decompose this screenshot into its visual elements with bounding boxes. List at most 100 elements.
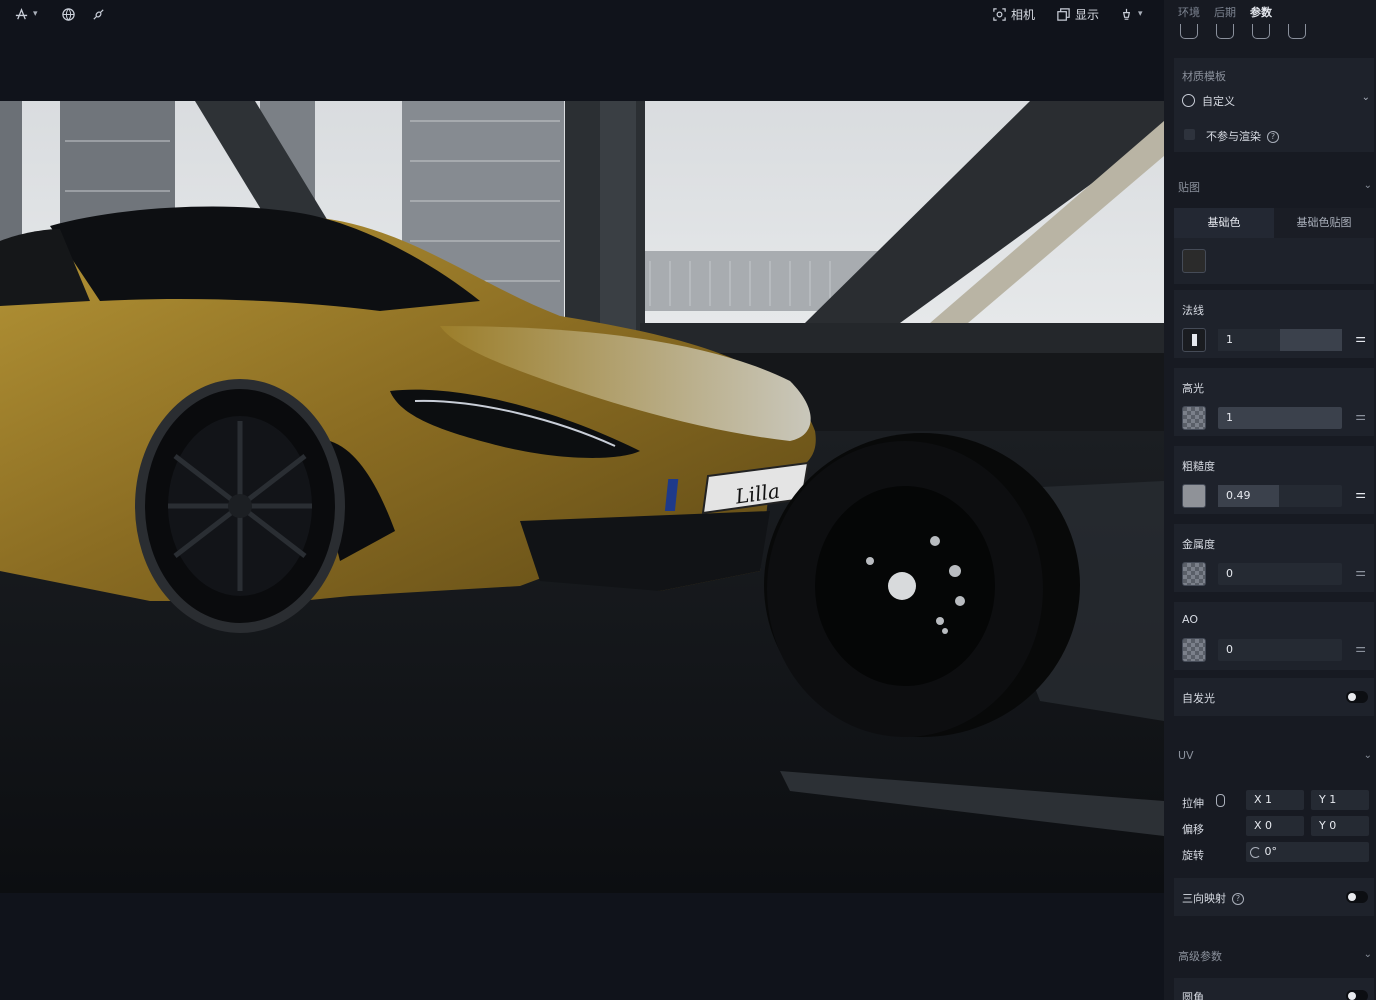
- properties-panel: 环境 后期 参数 材质模板 自定义 ⌄ 不参与渲染? 贴图 ⌄ 基础色 基础色贴…: [1164, 0, 1376, 1000]
- uv-stretch-y[interactable]: Y 1: [1311, 790, 1369, 810]
- camera-label: 相机: [1011, 7, 1036, 22]
- roughness-label: 粗糙度: [1182, 460, 1215, 473]
- uv-offset-x[interactable]: X 0: [1246, 816, 1304, 836]
- roughness-slider[interactable]: 0.49: [1218, 485, 1342, 507]
- tab-post-processing[interactable]: 后期: [1214, 4, 1236, 20]
- display-button[interactable]: 显示: [1056, 4, 1099, 24]
- normal-strength-field[interactable]: 1: [1218, 329, 1342, 351]
- chevron-down-icon: ▾: [1138, 9, 1143, 19]
- tab-base-color[interactable]: 基础色: [1174, 208, 1274, 238]
- wheel-hub: [888, 572, 916, 600]
- ao-field[interactable]: 0: [1218, 639, 1342, 661]
- display-icon: [1057, 7, 1070, 21]
- chevron-down-icon: ⌄: [1361, 92, 1370, 103]
- emissive-toggle[interactable]: [1346, 691, 1368, 703]
- link-icon[interactable]: [1216, 794, 1225, 807]
- maps-card: 基础色 基础色贴图: [1174, 208, 1374, 284]
- roughness-value: 0.49: [1226, 489, 1251, 502]
- uv-stretch-x[interactable]: X 1: [1246, 790, 1304, 810]
- adjust-sliders-icon[interactable]: ⚌: [1355, 565, 1366, 579]
- maps-section-title: 贴图: [1178, 181, 1200, 194]
- triplanar-card: 三向映射?: [1174, 878, 1374, 916]
- uv-card: 拉伸 X 1 Y 1 偏移 X 0 Y 0 旋转 0°: [1174, 778, 1374, 870]
- uv-rotate-field[interactable]: 0°: [1246, 842, 1369, 862]
- specular-card: 高光 1 ⚌: [1174, 368, 1374, 436]
- uv-offset-label: 偏移: [1182, 823, 1204, 836]
- base-color-swatch[interactable]: [1182, 249, 1206, 273]
- material-template-select[interactable]: 自定义 ⌄: [1182, 92, 1370, 112]
- copy-icon[interactable]: [1216, 24, 1234, 39]
- exclude-render-label: 不参与渲染?: [1206, 128, 1279, 144]
- uv-stretch-label: 拉伸: [1182, 797, 1204, 810]
- transform-icon: [15, 7, 28, 19]
- material-template-card: 材质模板 自定义 ⌄ 不参与渲染?: [1174, 58, 1374, 152]
- globe-button[interactable]: [61, 4, 76, 24]
- fillet-toggle[interactable]: [1346, 990, 1368, 1000]
- help-icon[interactable]: ?: [1232, 893, 1244, 905]
- fillet-label: 圆角: [1182, 991, 1204, 1000]
- help-icon[interactable]: ?: [1267, 131, 1279, 143]
- roughness-card: 粗糙度 0.49 ⚌: [1174, 446, 1374, 514]
- chevron-down-icon[interactable]: ⌄: [1364, 750, 1372, 761]
- exclude-render-checkbox[interactable]: [1184, 129, 1195, 140]
- render-viewport[interactable]: Lilla: [0, 101, 1164, 893]
- tab-environment[interactable]: 环境: [1178, 4, 1200, 20]
- metallic-map-thumbnail[interactable]: [1182, 562, 1206, 586]
- transform-tool-button[interactable]: ▾: [14, 4, 38, 24]
- chevron-down-icon[interactable]: ⌄: [1364, 180, 1372, 191]
- metallic-field[interactable]: 0: [1218, 563, 1342, 585]
- adjust-sliders-icon[interactable]: ⚌: [1355, 641, 1366, 655]
- triplanar-toggle[interactable]: [1346, 891, 1368, 903]
- emissive-card: 自发光: [1174, 678, 1374, 716]
- normal-card: 法线 1 ⚌: [1174, 290, 1374, 358]
- emissive-label: 自发光: [1182, 692, 1215, 705]
- maps-subtabs: 基础色 基础色贴图: [1174, 208, 1374, 238]
- light-icon: [1122, 8, 1131, 20]
- uv-offset-y[interactable]: Y 0: [1311, 816, 1369, 836]
- uv-rotate-value: 0°: [1264, 845, 1278, 858]
- camera-button[interactable]: 相机: [992, 4, 1035, 24]
- lighting-button[interactable]: ▾: [1119, 4, 1143, 24]
- specular-field[interactable]: 1: [1218, 407, 1342, 429]
- top-toolbar: ▾ 相机 显示 ▾: [0, 0, 1164, 30]
- normal-map-thumbnail[interactable]: [1182, 328, 1206, 352]
- ao-label: AO: [1182, 613, 1198, 626]
- fillet-card: 圆角: [1174, 978, 1374, 1000]
- specular-value: 1: [1226, 411, 1233, 424]
- ao-map-thumbnail[interactable]: [1182, 638, 1206, 662]
- rotate-icon: [1250, 846, 1261, 858]
- chevron-down-icon: ▾: [33, 9, 38, 19]
- uv-section-title: UV: [1178, 749, 1194, 762]
- chevron-down-icon[interactable]: ⌄: [1364, 949, 1372, 960]
- railing: [640, 323, 1164, 353]
- material-template-value: 自定义: [1202, 95, 1235, 108]
- normal-label: 法线: [1182, 304, 1204, 317]
- roughness-map-thumbnail[interactable]: [1182, 484, 1206, 508]
- metallic-card: 金属度 0 ⚌: [1174, 524, 1374, 592]
- panel-tabs: 环境 后期 参数: [1178, 4, 1272, 20]
- adjust-sliders-icon[interactable]: ⚌: [1355, 487, 1366, 501]
- uv-rotate-label: 旋转: [1182, 849, 1204, 862]
- adjust-sliders-icon[interactable]: ⚌: [1355, 331, 1366, 345]
- pen-tool-button[interactable]: [91, 4, 106, 24]
- ao-card: AO 0 ⚌: [1174, 602, 1374, 670]
- specular-map-thumbnail[interactable]: [1182, 406, 1206, 430]
- normal-value: 1: [1226, 333, 1233, 346]
- palette-icon: [1182, 94, 1195, 107]
- adjust-sliders-icon[interactable]: ⚌: [1355, 409, 1366, 423]
- front-wheel: [135, 379, 345, 633]
- tab-base-color-map[interactable]: 基础色贴图: [1274, 208, 1374, 238]
- metallic-value: 0: [1226, 567, 1233, 580]
- advanced-section-title: 高级参数: [1178, 950, 1222, 963]
- camera-focus-icon: [993, 7, 1006, 21]
- refresh-icon[interactable]: [1288, 24, 1306, 39]
- ao-value: 0: [1226, 643, 1233, 656]
- globe-icon: [62, 7, 75, 21]
- pen-icon: [93, 8, 104, 20]
- scene-render: Lilla: [0, 101, 1164, 893]
- tab-parameters[interactable]: 参数: [1250, 4, 1272, 20]
- edit-icon[interactable]: [1180, 24, 1198, 39]
- metallic-label: 金属度: [1182, 538, 1215, 551]
- swap-icon[interactable]: [1252, 24, 1270, 39]
- triplanar-label: 三向映射?: [1182, 890, 1244, 906]
